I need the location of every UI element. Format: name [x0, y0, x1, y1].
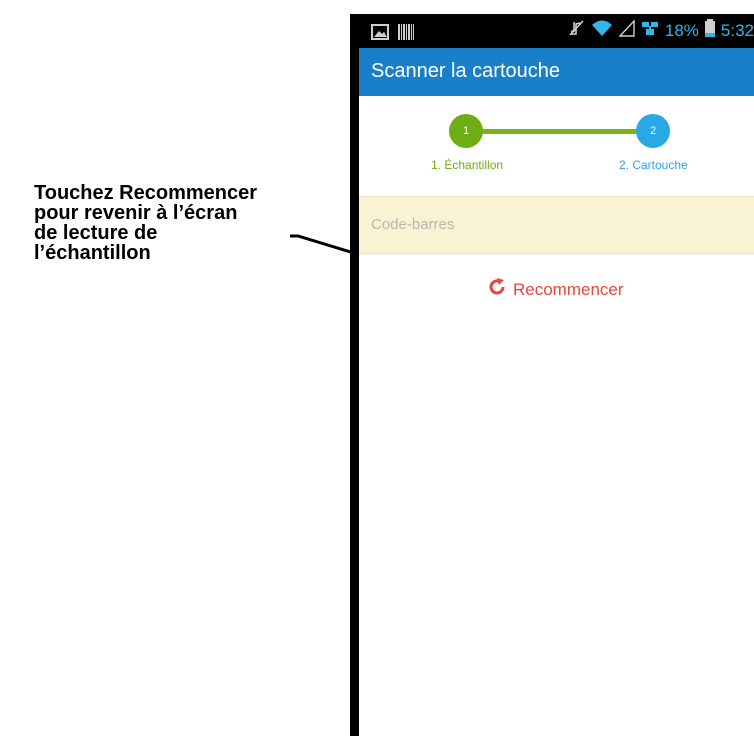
step-1-circle: 1: [449, 114, 483, 148]
app-bar: Scanner la cartouche: [359, 48, 754, 96]
callout-line: pour revenir à l’écran: [34, 202, 238, 224]
restart-button[interactable]: Recommencer: [487, 277, 624, 302]
step-2-label: 2. Cartouche: [619, 158, 688, 172]
status-bar: 18% 5:32: [359, 14, 754, 48]
battery-icon: [704, 19, 715, 42]
battery-percent: 18%: [664, 20, 699, 40]
callout-text: Touchez Recommencer pour revenir à l’écr…: [34, 183, 314, 263]
barcode-field[interactable]: Code-barres: [359, 196, 754, 254]
page-title: Scanner la cartouche: [371, 60, 561, 82]
callout-line: l’échantillon: [34, 242, 151, 264]
status-time: 5:32: [720, 20, 754, 40]
restart-label: Recommencer: [513, 279, 624, 299]
barcode-label: Code-barres: [371, 216, 455, 233]
stepper: 1 2 1. Échantillon 2. Cartouche: [359, 96, 754, 196]
callout-line: Touchez Recommencer: [34, 182, 258, 204]
barcode-icon: [397, 23, 415, 46]
callout-line: de lecture de: [34, 222, 158, 244]
step-progress-line: [467, 129, 651, 134]
phone-screen: 18% 5:32 Scanner la cartouche 1 2 1. Éch…: [359, 14, 754, 736]
refresh-icon: [487, 277, 507, 302]
mute-icon: [569, 19, 585, 42]
wifi-icon: [591, 19, 613, 42]
network-icon: [641, 19, 659, 42]
signal-icon: [618, 19, 635, 42]
step-2-circle: 2: [636, 114, 670, 148]
step-1-label: 1. Échantillon: [431, 158, 504, 172]
image-icon: [371, 24, 389, 45]
